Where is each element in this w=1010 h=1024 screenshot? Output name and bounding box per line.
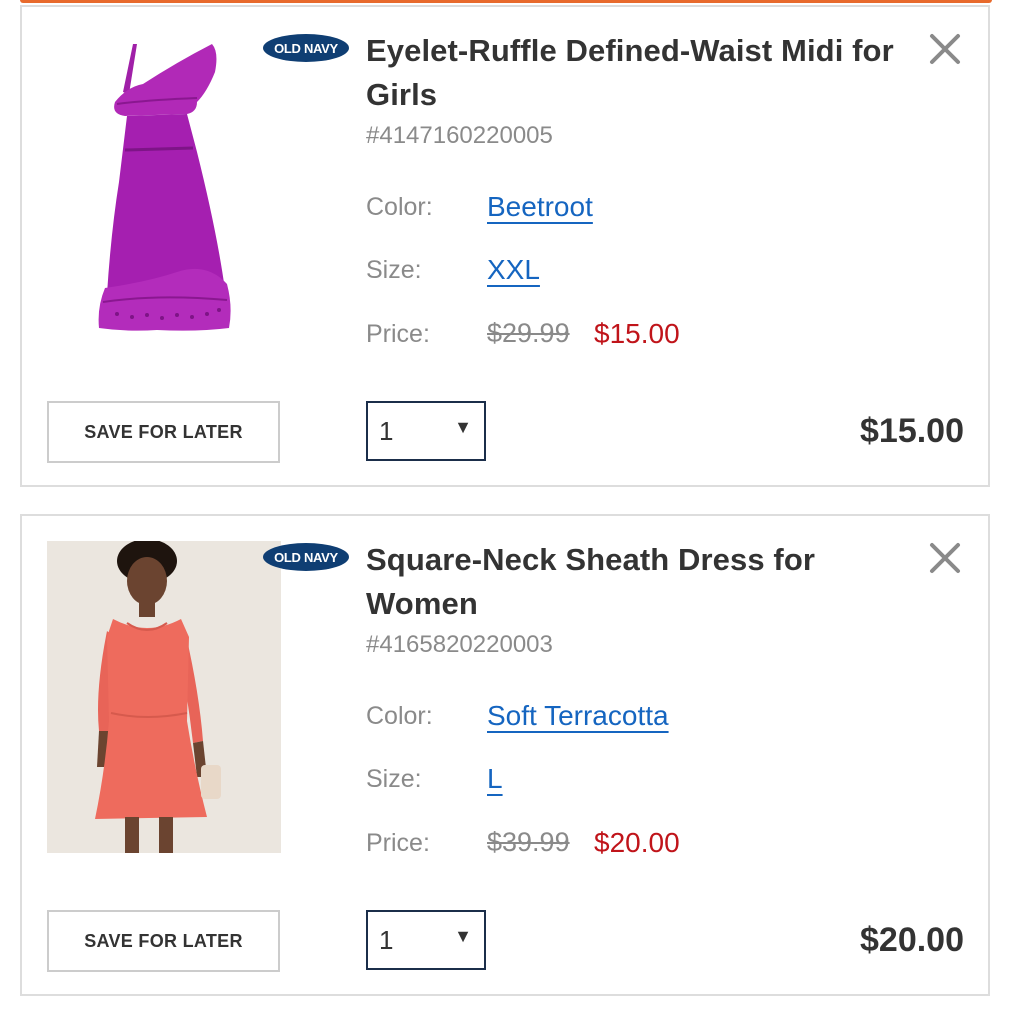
brand-logo: OLD NAVY	[263, 543, 349, 571]
size-value-link[interactable]: XXL	[487, 254, 540, 286]
cart-item: OLD NAVY Eyelet-Ruffle Defined-Waist Mid…	[20, 5, 990, 487]
product-title[interactable]: Square-Neck Sheath Dress for Women	[366, 538, 906, 626]
size-value-link[interactable]: L	[487, 763, 503, 795]
remove-item-button[interactable]	[925, 29, 965, 69]
price-label: Price:	[366, 320, 430, 348]
product-image[interactable]	[47, 32, 281, 344]
color-label: Color:	[366, 702, 433, 730]
sale-price: $20.00	[594, 827, 680, 858]
product-sku: #4147160220005	[366, 122, 553, 149]
quantity-value: 1	[379, 416, 394, 446]
triangle-down-icon: ▼	[454, 417, 472, 437]
size-label: Size:	[366, 765, 422, 793]
size-label: Size:	[366, 256, 422, 284]
close-x-icon	[930, 34, 960, 64]
quantity-select[interactable]: 1 ▼	[366, 401, 486, 461]
item-total: $15.00	[860, 412, 964, 450]
save-for-later-button[interactable]: SAVE FOR LATER	[47, 910, 280, 972]
quantity-value: 1	[379, 925, 394, 955]
color-value-link[interactable]: Beetroot	[487, 191, 593, 223]
color-label: Color:	[366, 193, 433, 221]
sale-price: $15.00	[594, 318, 680, 349]
cart-item: OLD NAVY Square-Neck Sheath Dress for Wo…	[20, 514, 990, 996]
brand-logo: OLD NAVY	[263, 34, 349, 62]
coral-dress-model-image	[47, 541, 281, 853]
product-image[interactable]	[47, 541, 281, 853]
accent-strip	[20, 0, 992, 3]
product-title[interactable]: Eyelet-Ruffle Defined-Waist Midi for Gir…	[366, 29, 906, 117]
purple-dress-image	[47, 32, 281, 344]
original-price: $29.99	[487, 318, 570, 348]
product-sku: #4165820220003	[366, 631, 553, 658]
price-label: Price:	[366, 829, 430, 857]
triangle-down-icon: ▼	[454, 926, 472, 946]
close-x-icon	[930, 543, 960, 573]
remove-item-button[interactable]	[925, 538, 965, 578]
save-for-later-button[interactable]: SAVE FOR LATER	[47, 401, 280, 463]
original-price: $39.99	[487, 827, 570, 857]
quantity-select[interactable]: 1 ▼	[366, 910, 486, 970]
color-value-link[interactable]: Soft Terracotta	[487, 700, 669, 732]
item-total: $20.00	[860, 921, 964, 959]
